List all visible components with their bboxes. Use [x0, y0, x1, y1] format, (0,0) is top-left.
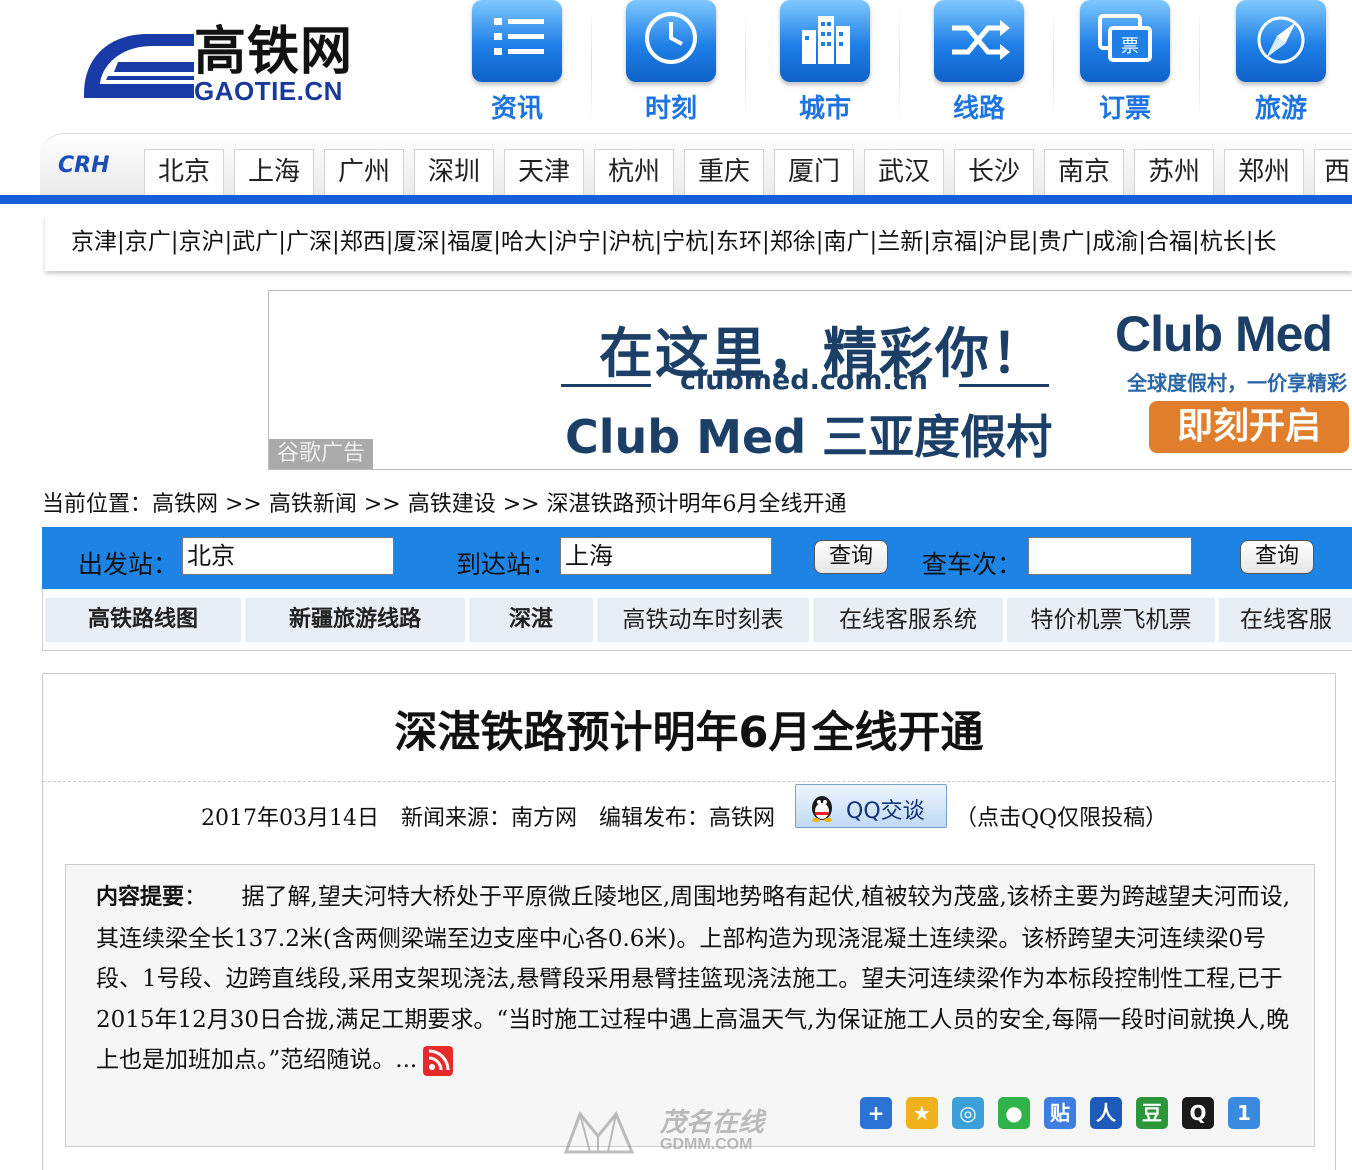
topnav-tickets[interactable]: 票 订票	[1050, 0, 1200, 128]
logo-english-text: GAOTIE.CN	[194, 76, 343, 106]
train-query-button[interactable]: 查询	[1240, 540, 1314, 574]
summary-label: 内容提要	[96, 885, 185, 910]
topnav-schedule[interactable]: 时刻	[596, 0, 746, 128]
topnav-label: 城市	[798, 94, 851, 124]
share-qq-icon[interactable]: Q	[1182, 1097, 1214, 1129]
svg-text:票: 票	[1121, 36, 1139, 57]
city-tab[interactable]: 西	[1314, 149, 1352, 195]
crh-badge: CRH	[58, 153, 110, 178]
city-tab[interactable]: 上海	[234, 149, 314, 195]
quick-link[interactable]: 特价机票飞机票	[1007, 598, 1215, 642]
quick-link[interactable]: 在线客服系统	[813, 598, 1003, 642]
qq-chat-label: QQ交谈	[846, 799, 925, 824]
city-tab[interactable]: 广州	[324, 149, 404, 195]
site-logo[interactable]: 高铁网 GAOTIE.CN	[78, 22, 368, 106]
qq-note: （点击QQ仅限投稿）	[955, 806, 1168, 831]
ad-label: 谷歌广告	[269, 439, 373, 469]
article: 深湛铁路预计明年6月全线开通 2017年03月14日 新闻来源：南方网 编辑发布…	[42, 673, 1336, 1170]
city-tab[interactable]: 重庆	[684, 149, 764, 195]
article-meta: 2017年03月14日 新闻来源：南方网 编辑发布：高铁网	[201, 806, 775, 831]
train-number-label: 查车次：	[922, 550, 1023, 579]
to-station-input[interactable]: 上海	[560, 537, 772, 575]
ad-subheadline: Club Med 三亚度假村	[565, 410, 1053, 464]
from-station-input[interactable]: 北京	[182, 537, 394, 575]
ticket-icon: 票	[1080, 0, 1170, 82]
logo-chinese-text: 高铁网	[194, 22, 354, 82]
topnav-label: 订票	[1098, 94, 1151, 124]
topnav-travel[interactable]: 旅游	[1206, 0, 1352, 128]
to-station-label: 到达站：	[456, 550, 557, 579]
city-tab[interactable]: 深圳	[414, 149, 494, 195]
topnav-city[interactable]: 城市	[750, 0, 900, 128]
share-wechat-icon[interactable]: ●	[998, 1097, 1030, 1129]
topnav-news[interactable]: 资讯	[442, 0, 592, 128]
topnav-routes[interactable]: 线路	[904, 0, 1054, 128]
watermark: 茂名在线 GDMM.COM	[560, 1098, 800, 1160]
city-tab[interactable]: 北京	[144, 149, 224, 195]
ad-url: clubmed.com.cn	[679, 365, 928, 396]
topnav-label: 旅游	[1254, 94, 1307, 124]
line-bar: 京津|京广|京沪|武广|广深|郑西|厦深|福厦|哈大|沪宁|沪杭|宁杭|东环|郑…	[45, 215, 1352, 271]
quick-link[interactable]: 新疆旅游线路	[245, 598, 465, 642]
breadcrumb[interactable]: 当前位置：高铁网 >> 高铁新闻 >> 高铁建设 >> 深湛铁路预计明年6月全线…	[42, 486, 847, 518]
from-station-label: 出发站：	[78, 550, 179, 579]
buildings-icon	[780, 0, 870, 82]
city-tab[interactable]: 郑州	[1224, 149, 1304, 195]
city-tab[interactable]: 南京	[1044, 149, 1124, 195]
quick-link[interactable]: 高铁路线图	[45, 598, 241, 642]
shuffle-icon	[934, 0, 1024, 82]
share-renren-icon[interactable]: 人	[1090, 1097, 1122, 1129]
topnav-label: 线路	[952, 94, 1005, 124]
article-title: 深湛铁路预计明年6月全线开通	[394, 708, 984, 758]
quick-link[interactable]: 高铁动车时刻表	[597, 598, 809, 642]
share-qzone-icon[interactable]: ★	[906, 1097, 938, 1129]
city-tab[interactable]: 厦门	[774, 149, 854, 195]
list-icon	[472, 0, 562, 82]
topnav-label: 时刻	[644, 94, 697, 124]
watermark-logo-icon	[563, 1111, 635, 1154]
share-pengyou-icon[interactable]: ◎	[952, 1097, 984, 1129]
ad-cta-button[interactable]: 即刻开启	[1149, 401, 1349, 453]
share-plus-icon[interactable]: +	[860, 1097, 892, 1129]
share-douban-icon[interactable]: 豆	[1136, 1097, 1168, 1129]
city-bar: CRH 北京 上海 广州 深圳 天津 杭州 重庆 厦门 武汉 长沙 南京 苏州 …	[0, 133, 1352, 206]
summary-paragraph: 内容提要： 据了解,望夫河特大桥处于平原微丘陵地区,周围地势略有起伏,植被较为茂…	[96, 877, 1296, 1081]
quick-link[interactable]: 在线客服	[1219, 598, 1352, 642]
city-tab[interactable]: 长沙	[954, 149, 1034, 195]
qq-penguin-icon	[812, 796, 832, 822]
logo-mark-icon	[84, 34, 194, 98]
compass-icon	[1236, 0, 1326, 82]
quick-link[interactable]: 深湛	[469, 598, 593, 642]
ad-tagline: 全球度假村，一价享精彩	[1127, 371, 1347, 395]
rss-feed-icon[interactable]	[423, 1046, 454, 1076]
line-links[interactable]: 京津|京广|京沪|武广|广深|郑西|厦深|福厦|哈大|沪宁|沪杭|宁杭|东环|郑…	[71, 225, 1276, 259]
share-tieba-icon[interactable]: 贴	[1044, 1097, 1076, 1129]
train-number-input[interactable]	[1028, 537, 1192, 575]
clock-icon	[626, 0, 716, 82]
watermark-subtext: GDMM.COM	[660, 1136, 753, 1153]
city-tab[interactable]: 天津	[504, 149, 584, 195]
summary-text: ： 据了解,望夫河特大桥处于平原微丘陵地区,周围地势略有起伏,植被较为茂盛,该桥…	[96, 884, 1291, 1073]
watermark-text: 茂名在线	[660, 1108, 765, 1138]
city-tab[interactable]: 苏州	[1134, 149, 1214, 195]
quick-links: 高铁路线图 新疆旅游线路 深湛 高铁动车时刻表 在线客服系统 特价机票飞机票 在…	[42, 589, 1352, 651]
ad-brand: Club Med	[1115, 306, 1333, 362]
topnav-label: 资讯	[490, 94, 543, 124]
train-search-bar: 出发站： 北京 到达站： 上海 查询 查车次： 查询	[42, 527, 1352, 589]
city-tab[interactable]: 杭州	[594, 149, 674, 195]
city-tab[interactable]: 武汉	[864, 149, 944, 195]
ad-banner[interactable]: 在这里，精彩你！ clubmed.com.cn Club Med 三亚度假村 C…	[268, 290, 1352, 470]
qq-chat-button[interactable]: QQ交谈	[795, 784, 947, 828]
query-button[interactable]: 查询	[814, 540, 888, 574]
share-kaixin-icon[interactable]: 1	[1228, 1097, 1260, 1129]
